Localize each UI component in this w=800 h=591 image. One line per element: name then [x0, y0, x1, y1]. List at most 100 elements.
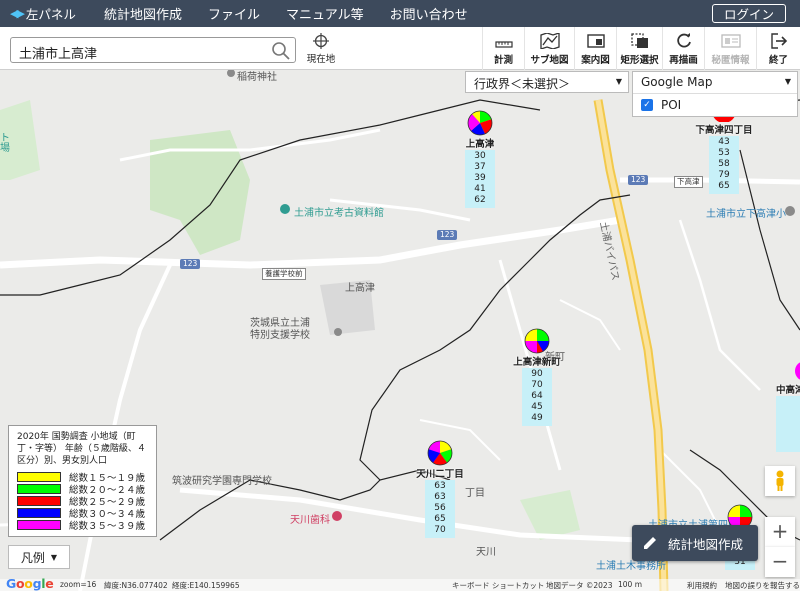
map-label-tsukuba: 筑波研究学園専門学校	[172, 476, 272, 487]
dropdown-arrow-icon: ▼	[784, 77, 791, 86]
legend-toggle-button[interactable]: 凡例 ▼	[8, 545, 70, 569]
ruler-icon	[494, 41, 513, 48]
legend-swatch	[17, 496, 61, 506]
panel-arrows-icon: ◀▶	[10, 7, 25, 20]
menu-contact[interactable]: お問い合わせ	[390, 4, 468, 23]
zoom-out-button[interactable]: −	[765, 547, 795, 577]
rect-select-icon	[630, 33, 648, 48]
current-location-button[interactable]: 現在地	[305, 33, 337, 65]
poi-checkbox[interactable]: ✓ POI	[633, 94, 797, 116]
map-canvas[interactable]: 123 123 養護学校前 下高津 123 稲荷神社 ト 場 土浦市立考古資料館…	[0, 70, 800, 591]
scale-label[interactable]: 100 m	[618, 580, 642, 589]
pie-chart-icon	[795, 362, 800, 380]
menu-file[interactable]: ファイル	[208, 4, 260, 23]
map-label-amakawa: 天川	[476, 547, 496, 558]
exit-icon	[770, 33, 787, 49]
marker-name: 下高津四丁目	[695, 125, 753, 136]
map-label-shimotakatsu-school: 土浦市立下高津小	[706, 209, 786, 220]
marker-values: 43 53 58 79 65	[709, 136, 739, 194]
google-logo: Google	[6, 576, 54, 591]
marker-values: 30 37 39 41 62	[465, 150, 495, 208]
area-marker-amakawa2[interactable]: 天川二丁目 63 63 56 65 70	[415, 440, 465, 538]
legend-swatch	[17, 520, 61, 530]
menu-manual[interactable]: マニュアル等	[286, 4, 364, 23]
search-value: 土浦市上高津	[19, 47, 98, 62]
guide-map-label: 案内図	[581, 55, 610, 66]
confidential-tool[interactable]: 秘匿情報	[704, 27, 756, 70]
submap-tool[interactable]: サブ地図	[524, 27, 574, 70]
legend-swatch	[17, 484, 61, 494]
map-label-inari: 稲荷神社	[237, 72, 277, 83]
pie-chart-icon	[524, 328, 550, 354]
left-panel-label: 左パネル	[25, 7, 76, 22]
search-input[interactable]: 土浦市上高津	[10, 37, 296, 63]
pie-chart-icon	[427, 440, 453, 466]
rect-select-label: 矩形選択	[620, 55, 659, 66]
marker-values	[776, 396, 800, 452]
login-button[interactable]: ログイン	[712, 4, 786, 23]
left-panel-toggle[interactable]: ◀▶ 左パネル	[0, 4, 90, 23]
legend-title: 2020年 国勢調査 小地域（町丁・字等） 年齢（５歳階級、４区分）別、男女別人…	[17, 432, 146, 466]
area-marker-kamitakatsu-shinmachi[interactable]: 上高津新町 90 70 64 45 49	[512, 328, 562, 426]
legend-panel: 2020年 国勢調査 小地域（町丁・字等） 年齢（５歳階級、４区分）別、男女別人…	[8, 425, 157, 537]
exit-label: 終了	[768, 55, 788, 66]
legend-button-label: 凡例	[20, 550, 45, 565]
route-badge: 123	[180, 259, 201, 269]
longitude-readout: 経度:E140.159965	[172, 581, 240, 590]
current-location-label: 現在地	[306, 54, 336, 65]
measure-tool[interactable]: 計測	[482, 27, 524, 70]
admin-boundary-select[interactable]: 行政界＜未選択＞ ▼	[465, 71, 629, 93]
window-icon	[586, 34, 605, 48]
toolbar: 土浦市上高津 現在地 計測 サブ地図 案内図 矩形選択 再描画 秘匿情報 終了	[0, 27, 800, 70]
exit-tool[interactable]: 終了	[756, 27, 800, 70]
area-marker-shimotakatsu4[interactable]: 下高津四丁目 43 53 58 79 65	[694, 108, 754, 194]
menu-toukei[interactable]: 統計地図作成	[104, 4, 182, 23]
guide-map-tool[interactable]: 案内図	[574, 27, 616, 70]
pie-chart-icon	[467, 110, 493, 136]
crosshair-icon	[313, 33, 329, 49]
refresh-icon	[676, 33, 691, 48]
dropdown-arrow-icon: ▼	[50, 552, 58, 562]
zoom-in-button[interactable]: +	[765, 517, 795, 547]
map-icon	[539, 33, 560, 49]
map-label-dental: 天川歯科	[290, 515, 330, 526]
marker-name: 上高津新町	[513, 357, 561, 368]
dropdown-arrow-icon: ▼	[615, 77, 622, 86]
route-badge: 123	[437, 230, 458, 240]
marker-name: 天川二丁目	[416, 469, 464, 480]
search-icon[interactable]	[271, 41, 291, 61]
zoom-readout: zoom=16	[60, 580, 97, 589]
rect-select-tool[interactable]: 矩形選択	[616, 27, 662, 70]
redraw-label: 再描画	[669, 55, 698, 66]
redraw-tool[interactable]: 再描画	[662, 27, 704, 70]
create-stat-map-button[interactable]: 統計地図作成	[632, 525, 758, 561]
marker-values: 90 70 64 45 49	[522, 368, 552, 426]
map-type-value: Google Map	[641, 75, 713, 89]
area-marker-nakatakatsu[interactable]: 中高津	[776, 360, 800, 452]
map-label-kamitakatsu: 上高津	[345, 283, 375, 294]
pencil-icon	[644, 537, 656, 549]
map-data-credit: 地図データ ©2023	[546, 581, 613, 590]
map-label-left-edge: ト 場	[0, 133, 10, 154]
area-marker-kamitakatsu[interactable]: 上高津 30 37 39 41 62	[456, 110, 504, 208]
submap-label: サブ地図	[530, 55, 569, 66]
street-view-pegman-icon[interactable]	[765, 466, 795, 496]
report-error-link[interactable]: 地図の誤りを報告する	[725, 580, 800, 591]
map-type-select[interactable]: Google Map ▼	[633, 72, 797, 94]
create-stat-map-label: 統計地図作成	[668, 536, 744, 552]
marker-name: 中高津	[776, 385, 800, 396]
menu-bar: ◀▶ 左パネル 統計地図作成 ファイル マニュアル等 お問い合わせ ログイン	[0, 0, 800, 27]
legend-label: 総数３５～３９歳	[69, 521, 146, 532]
route-badge: 123	[628, 175, 649, 185]
map-label-school: 茨城県立土浦 特別支援学校	[250, 318, 310, 341]
marker-values: 63 63 56 65 70	[425, 480, 455, 538]
keyboard-shortcuts-link[interactable]: キーボード ショートカット	[452, 580, 544, 591]
admin-boundary-value: 行政界＜未選択＞	[474, 77, 571, 91]
confidential-icon	[720, 34, 741, 48]
measure-label: 計測	[493, 55, 513, 66]
marker-name: 上高津	[465, 139, 495, 150]
terms-link[interactable]: 利用規約	[687, 580, 717, 591]
map-label-chome: 丁目	[465, 488, 485, 499]
confidential-label: 秘匿情報	[711, 55, 750, 66]
road-sign: 養護学校前	[262, 268, 306, 280]
